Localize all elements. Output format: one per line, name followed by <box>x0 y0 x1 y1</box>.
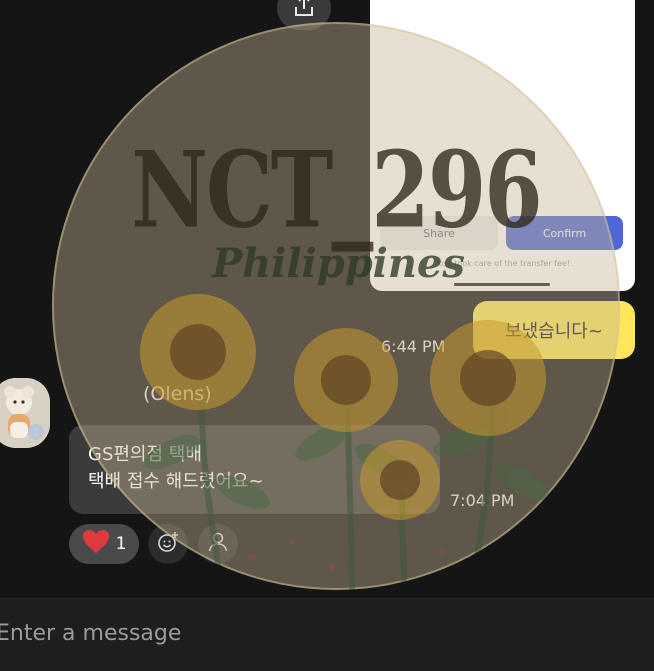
add-reaction-button[interactable] <box>148 524 188 564</box>
shared-screenshot-image[interactable]: Share Confirm Toss took care of the tran… <box>370 0 635 291</box>
message-line: GS편의점 택배 <box>88 444 202 465</box>
reaction-count: 1 <box>115 534 127 554</box>
reacted-users-button[interactable] <box>198 524 238 564</box>
heart-reaction[interactable]: 1 <box>69 524 139 564</box>
avatar[interactable] <box>0 378 50 448</box>
message-input[interactable] <box>0 610 556 656</box>
person-icon <box>206 530 230 558</box>
share-button[interactable] <box>277 0 331 30</box>
screenshot-confirm-button: Confirm <box>506 216 623 250</box>
received-message-bubble[interactable]: GS편의점 택배 택배 접수 해드렸어요~ <box>69 425 440 514</box>
screenshot-share-button: Share <box>380 216 498 250</box>
screenshot-note: Toss took care of the transfer fee! <box>434 259 571 268</box>
share-icon <box>291 0 317 23</box>
screenshot-home-indicator <box>454 283 550 286</box>
received-message-time: 7:04 PM <box>450 491 515 510</box>
heart-icon <box>82 529 110 559</box>
sent-message-bubble[interactable]: 보냈습니다~ <box>473 301 635 359</box>
sent-message-time: 6:44 PM <box>381 337 446 356</box>
message-line: 택배 접수 해드렸어요~ <box>88 471 264 492</box>
sender-name: (Olens) <box>143 383 212 405</box>
add-reaction-icon <box>156 530 180 558</box>
